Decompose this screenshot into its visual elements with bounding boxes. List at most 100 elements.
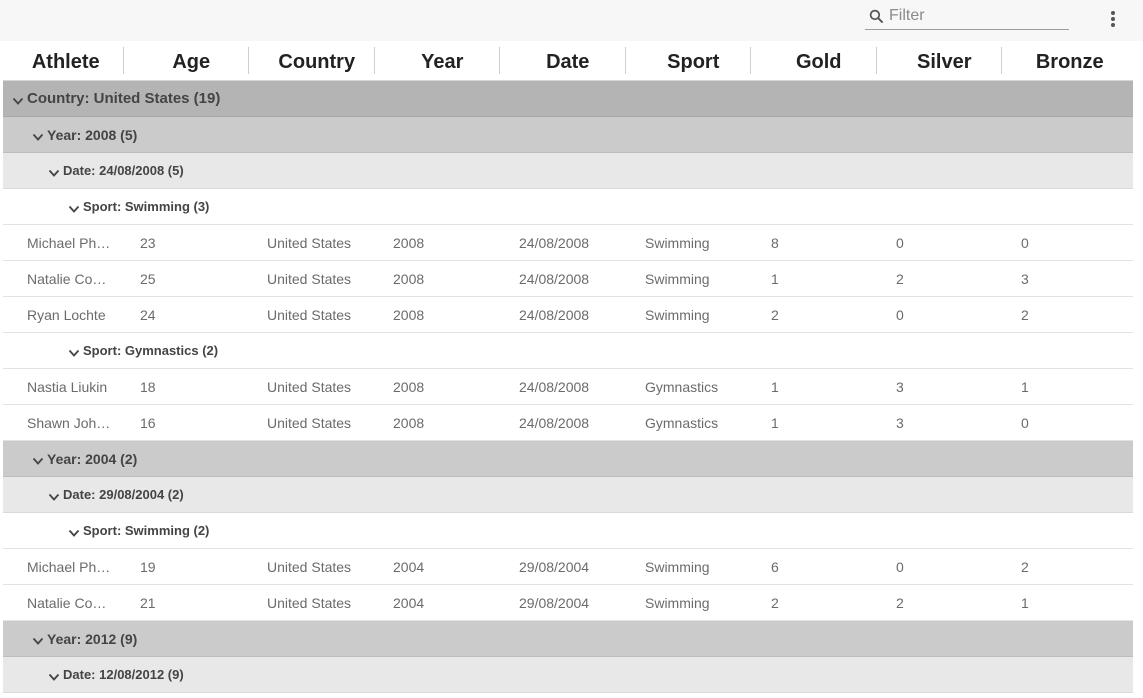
cell-country: United States [267,595,352,611]
chevron-down-icon[interactable] [12,93,24,105]
group-row-level-3[interactable]: Sport: Gymnastics (2) [3,333,1133,369]
group-label: Sport: Swimming (2) [83,523,210,538]
chevron-down-icon[interactable] [68,345,80,357]
column-resize-handle[interactable] [499,47,500,74]
group-row-level-2[interactable]: Date: 29/08/2004 (2) [3,477,1133,513]
chevron-down-icon[interactable] [68,201,80,213]
table-row[interactable]: Natalie Cou… 25 United States 2008 24/08/200… [3,261,1133,297]
cell-gold: 1 [771,415,779,431]
cell-sport: Gymnastics [645,415,719,431]
more-vertical-icon[interactable] [1103,8,1123,28]
column-header-date[interactable]: Date [505,41,631,81]
column-header-row: Athlete Age Country Year Date Sport Gold Silver… [3,41,1133,81]
group-label: Sport: Swimming (3) [83,199,210,214]
cell-sport: Gymnastics [645,379,719,395]
cell-age: 18 [140,379,156,395]
chevron-down-icon[interactable] [32,453,44,465]
group-label: Year: 2004 (2) [47,451,138,467]
cell-silver: 0 [896,235,904,251]
toolbar [0,0,1143,41]
cell-year: 2004 [393,559,425,575]
column-resize-handle[interactable] [122,47,124,74]
cell-date: 29/08/2004 [519,559,590,575]
column-header-year[interactable]: Year [380,41,506,81]
column-header-sport[interactable]: Sport [631,41,757,81]
cell-gold: 8 [771,235,779,251]
column-resize-handle[interactable] [624,47,626,74]
cell-date: 24/08/2008 [519,235,590,251]
chevron-down-icon[interactable] [48,489,60,501]
table-row[interactable]: Natalie Cou… 21 United States 2004 29/08/200… [3,585,1133,621]
cell-country: United States [267,415,352,431]
cell-age: 23 [140,235,156,251]
cell-silver: 0 [896,307,904,323]
cell-date: 24/08/2008 [519,307,590,323]
column-resize-handle[interactable] [750,47,751,74]
cell-gold: 1 [771,271,779,287]
table-row[interactable]: Michael Ph… 19 United States 2004 29/08/2004… [3,549,1133,585]
column-header-athlete[interactable]: Athlete [3,41,129,81]
cell-country: United States [267,559,352,575]
column-header-age[interactable]: Age [129,41,255,81]
cell-year: 2008 [393,271,425,287]
column-resize-handle[interactable] [373,47,375,74]
chevron-down-icon[interactable] [32,633,44,645]
cell-gold: 1 [771,379,779,395]
chevron-down-icon[interactable] [32,129,44,141]
group-row-level-3[interactable]: Sport: Swimming (3) [3,189,1133,225]
cell-athlete: Michael Ph… [27,235,111,251]
cell-year: 2008 [393,307,425,323]
group-row-level-1[interactable]: Year: 2008 (5) [3,117,1133,153]
group-label: Country: United States (19) [27,90,221,107]
cell-gold: 6 [771,559,779,575]
cell-country: United States [267,235,352,251]
filter-field[interactable] [865,4,1069,30]
group-row-level-2[interactable]: Date: 12/08/2012 (9) [3,657,1133,693]
chevron-down-icon[interactable] [68,525,80,537]
cell-silver: 3 [896,379,904,395]
column-header-bronze[interactable]: Bronze [1007,41,1133,81]
cell-gold: 2 [771,307,779,323]
cell-athlete: Natalie Cou… [27,595,111,611]
cell-bronze: 0 [1021,415,1029,431]
cell-sport: Swimming [645,559,710,575]
table-row[interactable]: Ryan Lochte 24 United States 2008 24/08/2008… [3,297,1133,333]
cell-age: 21 [140,595,156,611]
cell-silver: 3 [896,415,904,431]
cell-athlete: Michael Ph… [27,559,111,575]
group-row-level-3[interactable]: Sport: Swimming (2) [3,513,1133,549]
cell-age: 19 [140,559,156,575]
group-label: Sport: Gymnastics (2) [83,343,219,358]
cell-country: United States [267,379,352,395]
cell-country: United States [267,307,352,323]
cell-year: 2004 [393,595,425,611]
cell-bronze: 0 [1021,235,1029,251]
cell-sport: Swimming [645,235,710,251]
column-header-country[interactable]: Country [254,41,380,81]
column-header-gold[interactable]: Gold [756,41,882,81]
group-label: Year: 2012 (9) [47,631,138,647]
cell-athlete: Nastia Liukin [27,379,108,395]
column-resize-handle[interactable] [875,47,877,74]
chevron-down-icon[interactable] [48,669,60,681]
table-row[interactable]: Nastia Liukin 18 United States 2008 24/08/20… [3,369,1133,405]
cell-date: 24/08/2008 [519,415,590,431]
cell-bronze: 2 [1021,559,1029,575]
column-resize-handle[interactable] [248,47,249,74]
cell-year: 2008 [393,415,425,431]
column-resize-handle[interactable] [1001,47,1002,74]
filter-input[interactable] [889,4,1067,28]
group-row-level-1[interactable]: Year: 2012 (9) [3,621,1133,657]
table-row[interactable]: Michael Ph… 23 United States 2008 24/08/2008… [3,225,1133,261]
cell-silver: 2 [896,271,904,287]
group-row-level-2[interactable]: Date: 24/08/2008 (5) [3,153,1133,189]
group-row-level-0[interactable]: Country: United States (19) [3,81,1133,117]
cell-age: 25 [140,271,156,287]
table-row[interactable]: Shawn Joh… 16 United States 2008 24/08/2008 G… [3,405,1133,441]
group-label: Date: 12/08/2012 (9) [63,667,184,682]
column-header-silver[interactable]: Silver [882,41,1008,81]
cell-athlete: Natalie Cou… [27,271,111,287]
chevron-down-icon[interactable] [48,165,60,177]
cell-sport: Swimming [645,595,710,611]
group-row-level-1[interactable]: Year: 2004 (2) [3,441,1133,477]
